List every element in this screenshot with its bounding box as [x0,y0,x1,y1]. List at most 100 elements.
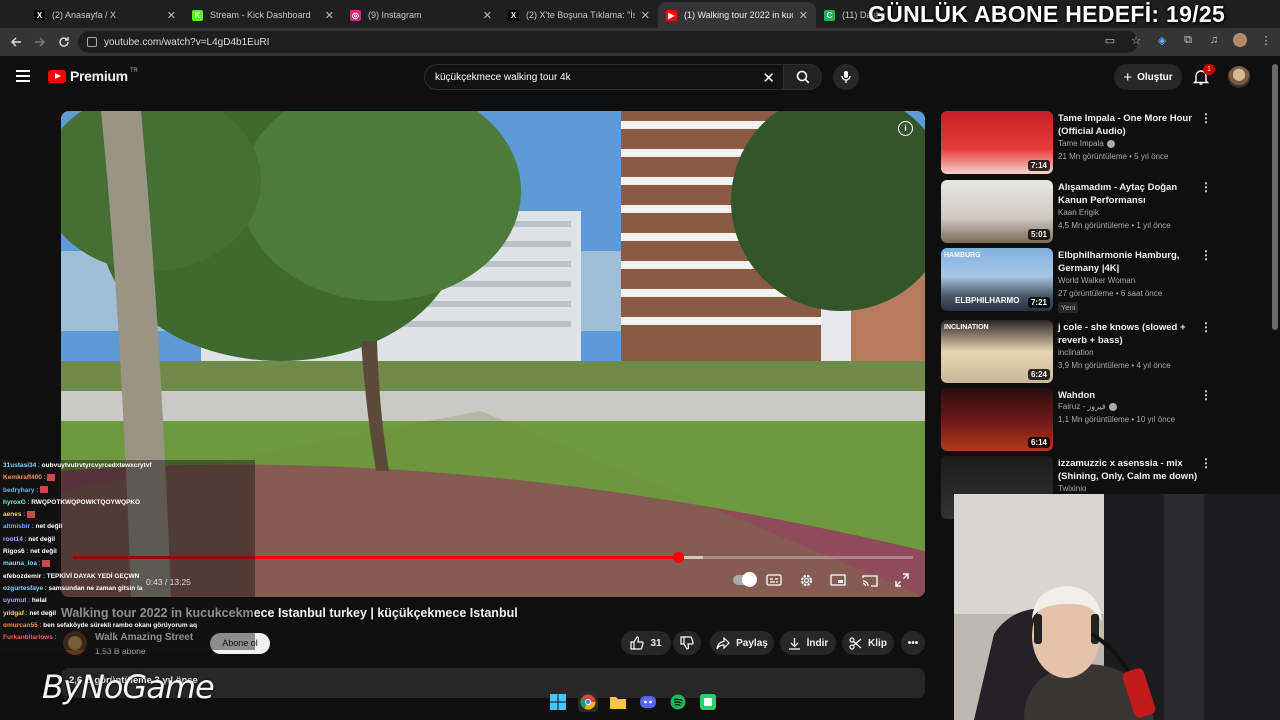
chat-text: ben sefaköyde sürekli rambo okanı görüyo… [43,621,197,629]
clear-search-icon[interactable]: ✕ [762,69,775,87]
channel-name[interactable]: Kaan Erigik [1058,208,1099,217]
close-tab-icon[interactable]: ✕ [483,9,492,22]
app-taskbar-icon[interactable] [698,692,718,712]
scrubber-handle[interactable] [672,552,684,563]
close-tab-icon[interactable]: ✕ [167,9,176,22]
video-duration: 7:14 [1027,160,1050,171]
video-duration: 6:24 [1027,369,1050,380]
search-icon [796,70,809,84]
cast-button[interactable] [861,571,879,589]
recommended-video[interactable]: INCLINATION 6:24 j cole - she knows (slowe… [941,320,1241,384]
chat-username: bedryhary [3,486,35,494]
recommended-video[interactable]: 7:14 Tame Impala - One More Hour (Officia… [941,111,1241,175]
video-title[interactable]: j cole - she knows (slowed + reverb + ba… [1058,321,1206,347]
video-meta: 3,9 Mn görüntüleme • 4 yıl önce [1058,361,1171,370]
more-options-icon[interactable]: ⋮ [1200,320,1212,334]
more-actions-button[interactable]: ••• [901,631,925,655]
tab-title: (2) X'te Boşuna Tıklama: "İstanb [526,10,635,20]
video-duration: 7:21 [1027,297,1050,308]
install-app-icon[interactable]: ▭ [1102,32,1118,48]
site-info-icon[interactable] [87,37,97,47]
thumbs-down-icon [680,636,694,650]
video-title[interactable]: Tame Impala - One More Hour (Official Au… [1058,112,1206,138]
autoplay-toggle[interactable] [733,571,757,589]
search-input[interactable]: küçükçekmece walking tour 4k ✕ [424,64,784,90]
browser-tab[interactable]: X (2) Anasayfa / X ✕ [26,2,184,28]
settings-button[interactable] [797,571,815,589]
create-button[interactable]: + Oluştur [1114,64,1182,90]
video-title[interactable]: izzamuzzic x asenssia - mix (Shining, On… [1058,457,1206,483]
info-icon[interactable]: i [898,121,913,136]
close-tab-icon[interactable]: ✕ [325,9,334,22]
back-button[interactable] [4,30,28,54]
profile-avatar-icon[interactable] [1232,32,1248,48]
account-avatar[interactable] [1228,66,1250,88]
video-thumbnail[interactable]: HAMBURG ELBPHILHARMO 7:21 [941,248,1053,311]
video-thumbnail[interactable]: INCLINATION 6:24 [941,320,1053,383]
video-thumbnail[interactable]: 7:14 [941,111,1053,174]
close-tab-icon[interactable]: ✕ [641,9,650,22]
voice-search-button[interactable] [833,64,859,90]
chat-text: RWQPOTKWQPOWKTQOYWQPKO [31,498,141,506]
miniplayer-button[interactable] [829,571,847,589]
youtube-premium-logo[interactable]: Premium TR [48,68,138,84]
fullscreen-button[interactable] [893,571,911,589]
video-title[interactable]: Alışamadım - Aytaç Doğan Kanun Performan… [1058,181,1206,207]
more-options-icon[interactable]: ⋮ [1200,111,1212,125]
video-title[interactable]: Elbphilharmonie Hamburg, Germany |4K| [1058,249,1206,275]
download-button[interactable]: İndir [780,631,836,655]
browser-tab[interactable]: ▶ (1) Walking tour 2022 in kucuk ✕ [658,2,816,28]
bookmark-star-icon[interactable]: ☆ [1128,32,1144,48]
subtitles-icon [766,574,782,586]
gear-icon [800,574,812,586]
reload-icon [59,37,69,47]
discord-taskbar-icon[interactable] [638,692,658,712]
subtitles-button[interactable] [765,571,783,589]
browser-tab[interactable]: ◎ (9) Instagram ✕ [342,2,500,28]
clip-button[interactable]: Klip [842,631,894,655]
more-options-icon[interactable]: ⋮ [1200,248,1212,262]
like-button[interactable]: 31 [621,631,671,655]
video-thumbnail[interactable]: 5:01 [941,180,1053,243]
search-button[interactable] [784,64,822,90]
scissors-icon [849,636,862,650]
chat-username: omurcan55 [3,621,38,629]
more-options-icon[interactable]: ⋮ [1200,388,1212,402]
more-options-icon[interactable]: ⋮ [1200,456,1212,470]
more-options-icon[interactable]: ⋮ [1200,180,1212,194]
kebab-menu-icon[interactable]: ⋮ [1258,32,1274,48]
file-explorer-icon[interactable] [608,692,628,712]
kick-logo-icon: K [192,9,203,21]
forward-button[interactable] [28,30,52,54]
extension-translate-icon[interactable]: ◈ [1154,32,1170,48]
channel-name[interactable]: inclination [1058,348,1094,357]
close-tab-icon[interactable]: ✕ [799,9,808,22]
recommended-video[interactable]: 5:01 Alışamadım - Aytaç Doğan Kanun Perfo… [941,180,1241,244]
channel-name[interactable]: World Walker Woman [1058,276,1135,285]
chrome-taskbar-icon[interactable] [578,692,598,712]
spotify-taskbar-icon[interactable] [668,692,688,712]
recommended-video[interactable]: 6:14 Wahdon Fairuz - فيروز 1,1 Mn görüntüle… [941,388,1241,452]
channel-name[interactable]: Twixinio [1058,484,1086,493]
media-control-icon[interactable]: ♫ [1206,32,1222,48]
windows-start-icon[interactable] [548,692,568,712]
recommended-video[interactable]: HAMBURG ELBPHILHARMO 7:21 Elbphilharmonie H… [941,248,1241,313]
chat-username: Furkanbllarlows [3,634,53,642]
notifications-button[interactable]: 1 [1192,64,1215,86]
extensions-puzzle-icon[interactable]: ⧉ [1180,32,1196,48]
video-title[interactable]: Wahdon [1058,389,1206,402]
autoplay-switch-icon [733,572,757,587]
browser-tab[interactable]: X (2) X'te Boşuna Tıklama: "İstanb ✕ [500,2,658,28]
channel-name[interactable]: Tame Impala [1058,139,1115,148]
browser-tab[interactable]: K Stream - Kick Dashboard ✕ [184,2,342,28]
clip-label: Klip [868,637,887,649]
hamburger-menu-icon[interactable] [16,70,30,82]
reload-button[interactable] [52,30,76,54]
share-button[interactable]: Paylaş [710,631,774,655]
dislike-button[interactable] [673,631,701,655]
channel-name[interactable]: Fairuz - فيروز [1058,402,1117,411]
youtube-logo-icon: ▶ [666,9,677,21]
page-scrollbar[interactable] [1272,64,1278,330]
address-bar[interactable]: youtube.com/watch?v=L4gD4b1EuRI [78,31,1138,53]
video-thumbnail[interactable]: 6:14 [941,388,1053,451]
